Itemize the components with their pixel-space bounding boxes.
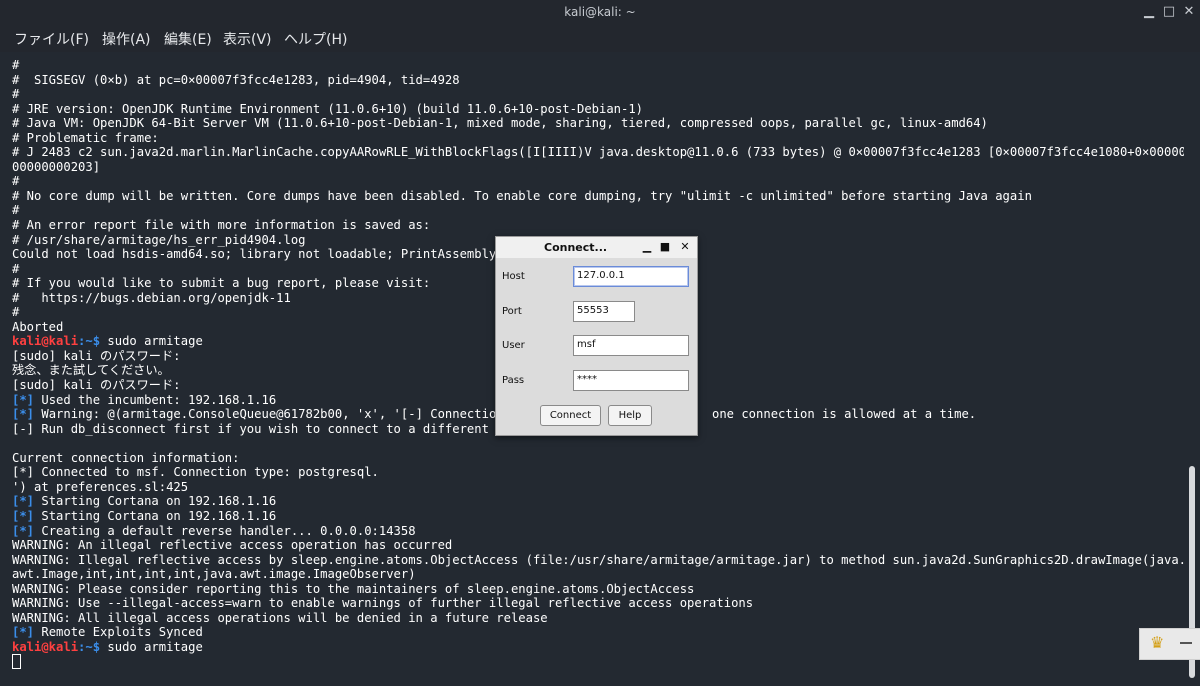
terminal-line: # No core dump will be written. Core dum… xyxy=(12,188,1032,203)
terminal-line: Current connection information: xyxy=(12,450,240,465)
text-cursor xyxy=(12,654,21,670)
info-tag: [*] xyxy=(12,392,35,407)
prompt-path: :~$ xyxy=(78,334,101,349)
terminal-line: WARNING: Please consider reporting this … xyxy=(12,581,695,596)
terminal-line: # xyxy=(12,174,20,189)
prompt-user: kali@kali xyxy=(12,334,79,349)
info-line: [*] Starting Cortana on 192.168.1.16 xyxy=(12,508,277,523)
pass-label: Pass xyxy=(502,375,525,386)
info-line: [*] Remote Exploits Synced xyxy=(12,625,203,640)
dialog-titlebar[interactable]: Connect... ▁ ■ ✕ xyxy=(496,237,697,258)
menu-help[interactable]: ヘルプ(H) xyxy=(284,29,347,49)
minus-icon[interactable] xyxy=(1180,642,1192,644)
port-input[interactable]: 55553 xyxy=(573,301,635,322)
maximize-icon[interactable]: □ xyxy=(1160,3,1178,21)
info-tag: [*] xyxy=(12,625,35,640)
user-input[interactable]: msf xyxy=(573,335,689,356)
terminal-line: # SIGSEGV (0×b) at pc=0×00007f3fcc4e1283… xyxy=(12,72,460,87)
info-line: [*] Creating a default reverse handler..… xyxy=(12,523,416,538)
connect-dialog: Connect... ▁ ■ ✕ Host 127.0.0.1 Port 555… xyxy=(495,236,698,436)
terminal-line: 00000000203] xyxy=(12,159,101,174)
minimize-icon[interactable]: ▁ xyxy=(1140,3,1158,21)
terminal-line: WARNING: An illegal reflective access op… xyxy=(12,538,453,553)
port-label: Port xyxy=(502,306,522,317)
info-tag: [*] xyxy=(12,494,35,509)
terminal-line: ') at preferences.sl:425 xyxy=(12,479,189,494)
menu-edit[interactable]: 編集(E) xyxy=(164,29,212,49)
prompt-path: :~$ xyxy=(78,639,101,654)
terminal-line: # Java VM: OpenJDK 64-Bit Server VM (11.… xyxy=(12,116,988,131)
terminal-line: # JRE version: OpenJDK Runtime Environme… xyxy=(12,101,644,116)
pass-input[interactable]: **** xyxy=(573,370,689,391)
prompt-line: kali@kali:~$ sudo armitage xyxy=(12,640,1184,655)
terminal-scrollbar[interactable] xyxy=(1184,52,1200,686)
terminal-line: # An error report file with more informa… xyxy=(12,218,431,233)
host-label: Host xyxy=(502,271,525,282)
prompt-user: kali@kali xyxy=(12,639,79,654)
terminal-line: [*] Connected to msf. Connection type: p… xyxy=(12,465,379,480)
crown-icon[interactable]: ♛ xyxy=(1150,633,1164,652)
prompt-command: sudo armitage xyxy=(100,639,203,654)
system-tray-widget[interactable]: ♛ xyxy=(1139,628,1200,660)
menu-bar: ファイル(F) 操作(A) 編集(E) 表示(V) ヘルプ(H) xyxy=(0,24,1200,52)
dialog-title: Connect... xyxy=(544,241,608,254)
connect-button[interactable]: Connect xyxy=(540,405,601,426)
prompt-command: sudo armitage xyxy=(100,334,203,349)
dialog-minimize-icon[interactable]: ▁ xyxy=(640,240,654,254)
host-input[interactable]: 127.0.0.1 xyxy=(573,266,689,287)
terminal-line: # xyxy=(12,203,20,218)
terminal-line: # J 2483 c2 sun.java2d.marlin.MarlinCach… xyxy=(12,145,1186,160)
window-titlebar: kali@kali: ~ ▁ □ ✕ xyxy=(0,0,1200,24)
info-line: [*] Starting Cortana on 192.168.1.16 xyxy=(12,494,277,509)
terminal-line: WARNING: All illegal access operations w… xyxy=(12,610,548,625)
close-icon[interactable]: ✕ xyxy=(1180,3,1198,21)
info-tag: [*] xyxy=(12,508,35,523)
terminal-line: WARNING: Use --illegal-access=warn to en… xyxy=(12,596,754,611)
cursor-line xyxy=(12,654,1184,670)
dialog-maximize-icon[interactable]: ■ xyxy=(658,240,672,254)
menu-file[interactable]: ファイル(F) xyxy=(14,29,89,49)
dialog-close-icon[interactable]: ✕ xyxy=(678,240,692,254)
terminal-line: # xyxy=(12,87,20,102)
window-title: kali@kali: ~ xyxy=(564,5,636,19)
terminal-line: # Problematic frame: xyxy=(12,130,159,145)
info-tag: [*] xyxy=(12,523,35,538)
help-button[interactable]: Help xyxy=(608,405,652,426)
menu-action[interactable]: 操作(A) xyxy=(102,29,151,49)
terminal-line: WARNING: Illegal reflective access by sl… xyxy=(12,552,1186,567)
user-label: User xyxy=(502,340,525,351)
terminal-line: # xyxy=(12,58,20,72)
info-tag: [*] xyxy=(12,407,35,422)
terminal-line: awt.Image,int,int,int,int,java.awt.image… xyxy=(12,567,416,582)
warning-tail: one connection is allowed at a time. xyxy=(712,407,977,422)
menu-view[interactable]: 表示(V) xyxy=(223,29,272,49)
